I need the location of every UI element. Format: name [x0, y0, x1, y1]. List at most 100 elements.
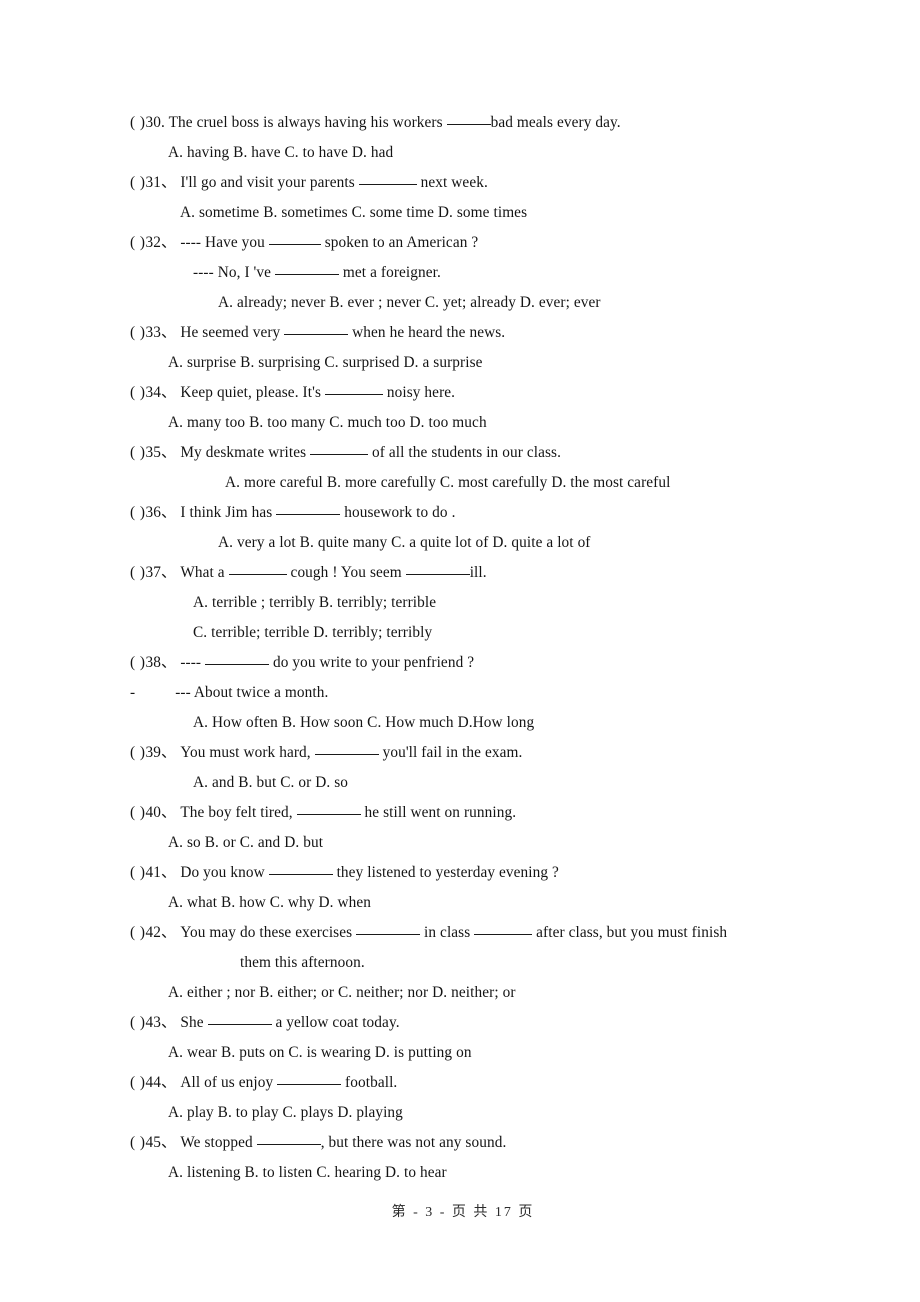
answer-blank-40	[296, 814, 361, 815]
question-text-44-before: All of us enjoy	[176, 1074, 278, 1091]
reply-dash-38: -	[130, 684, 136, 701]
question-options-44[interactable]: A. play B. to play C. plays D. playing	[130, 1098, 830, 1128]
answer-blank-32	[268, 244, 321, 245]
question-text-31-after: next week.	[416, 174, 488, 191]
answer-bracket-38[interactable]: ( )	[130, 654, 146, 671]
question-text-34-after: noisy here.	[382, 384, 456, 401]
answer-blank-36	[276, 514, 341, 515]
question-text-32-cont-before: ---- No, I 've	[193, 264, 275, 281]
question-text-40-before: The boy felt tired,	[176, 804, 297, 821]
question-options-39[interactable]: A. and B. but C. or D. so	[130, 768, 830, 798]
answer-bracket-33[interactable]: ( )	[130, 324, 146, 341]
question-list: ( )30. The cruel boss is always having h…	[130, 108, 830, 1188]
question-text-30-before: The cruel boss is always having his work…	[164, 114, 447, 131]
question-stem-31: ( )31、 I'll go and visit your parents ne…	[130, 168, 830, 198]
question-options-34[interactable]: A. many too B. too many C. much too D. t…	[130, 408, 830, 438]
answer-blank-37a	[228, 574, 287, 575]
question-text-34-before: Keep quiet, please. It's	[176, 384, 325, 401]
question-text-39-before: You must work hard,	[176, 744, 315, 761]
question-stem-32: ( )32、 ---- Have you spoken to an Americ…	[130, 228, 830, 258]
question-text-37-after: ill.	[469, 564, 487, 581]
question-number-36: 36、	[145, 504, 177, 521]
answer-blank-45	[256, 1144, 321, 1145]
question-text-36-before: I think Jim has	[176, 504, 277, 521]
question-text-37-mid: cough ! You seem	[286, 564, 406, 581]
answer-bracket-43[interactable]: ( )	[130, 1014, 146, 1031]
answer-bracket-39[interactable]: ( )	[130, 744, 146, 761]
question-options-37-line2[interactable]: C. terrible; terrible D. terribly; terri…	[130, 618, 830, 648]
question-stem-35: ( )35、 My deskmate writes of all the stu…	[130, 438, 830, 468]
answer-blank-44	[277, 1084, 342, 1085]
question-text-42-mid: in class	[420, 924, 475, 941]
question-stem-42: ( )42、 You may do these exercises in cla…	[130, 918, 830, 948]
answer-bracket-40[interactable]: ( )	[130, 804, 146, 821]
question-options-45[interactable]: A. listening B. to listen C. hearing D. …	[130, 1158, 830, 1188]
question-text-32-after: spoken to an American ?	[320, 234, 479, 251]
question-options-33[interactable]: A. surprise B. surprising C. surprised D…	[130, 348, 830, 378]
answer-bracket-44[interactable]: ( )	[130, 1074, 146, 1091]
answer-blank-35	[310, 454, 369, 455]
question-stem-36: ( )36、 I think Jim has housework to do .	[130, 498, 830, 528]
answer-blank-41	[268, 874, 333, 875]
question-options-43[interactable]: A. wear B. puts on C. is wearing D. is p…	[130, 1038, 830, 1068]
answer-bracket-30[interactable]: ( )	[130, 114, 146, 131]
question-stem-45: ( )45、 We stopped , but there was not an…	[130, 1128, 830, 1158]
answer-bracket-45[interactable]: ( )	[130, 1134, 146, 1151]
question-stem-40: ( )40、 The boy felt tired, he still went…	[130, 798, 830, 828]
question-number-38: 38、	[145, 654, 177, 671]
question-text-37-before: What a	[176, 564, 229, 581]
question-number-31: 31、	[145, 174, 177, 191]
answer-bracket-32[interactable]: ( )	[130, 234, 146, 251]
answer-blank-43	[207, 1024, 272, 1025]
answer-blank-37b	[405, 574, 470, 575]
question-text-32-cont-after: met a foreigner.	[338, 264, 441, 281]
question-stem-43: ( )43、 She a yellow coat today.	[130, 1008, 830, 1038]
answer-blank-34	[324, 394, 383, 395]
question-options-32[interactable]: A. already; never B. ever ; never C. yet…	[130, 288, 830, 318]
question-options-31[interactable]: A. sometime B. sometimes C. some time D.…	[130, 198, 830, 228]
question-text-32-before: ---- Have you	[176, 234, 269, 251]
question-number-37: 37、	[145, 564, 177, 581]
question-number-44: 44、	[145, 1074, 177, 1091]
question-continuation-42: them this afternoon.	[240, 954, 365, 971]
question-text-44-after: football.	[341, 1074, 398, 1091]
question-stem-37: ( )37、 What a cough ! You seem ill.	[130, 558, 830, 588]
question-text-41-after: they listened to yesterday evening ?	[332, 864, 559, 881]
question-text-42-before: You may do these exercises	[176, 924, 357, 941]
answer-bracket-36[interactable]: ( )	[130, 504, 146, 521]
question-stem-33: ( )33、 He seemed very when he heard the …	[130, 318, 830, 348]
answer-bracket-41[interactable]: ( )	[130, 864, 146, 881]
question-text-45-before: We stopped	[176, 1134, 257, 1151]
answer-bracket-35[interactable]: ( )	[130, 444, 146, 461]
question-number-33: 33、	[145, 324, 177, 341]
page-footer: 第 - 3 - 页 共 17 页	[0, 1201, 920, 1221]
reply-text-38: --- About twice a month.	[175, 684, 329, 701]
question-text-40-after: he still went on running.	[360, 804, 517, 821]
answer-blank-39	[314, 754, 379, 755]
exam-page: ( )30. The cruel boss is always having h…	[0, 0, 920, 1302]
answer-bracket-37[interactable]: ( )	[130, 564, 146, 581]
question-text-30-after: bad meals every day.	[490, 114, 621, 131]
question-options-41[interactable]: A. what B. how C. why D. when	[130, 888, 830, 918]
question-options-36[interactable]: A. very a lot B. quite many C. a quite l…	[130, 528, 830, 558]
question-options-30[interactable]: A. having B. have C. to have D. had	[130, 138, 830, 168]
question-options-38[interactable]: A. How often B. How soon C. How much D.H…	[130, 708, 830, 738]
question-text-35-before: My deskmate writes	[176, 444, 311, 461]
answer-bracket-34[interactable]: ( )	[130, 384, 146, 401]
question-options-40[interactable]: A. so B. or C. and D. but	[130, 828, 830, 858]
answer-bracket-42[interactable]: ( )	[130, 924, 146, 941]
question-options-35[interactable]: A. more careful B. more carefully C. mos…	[130, 468, 830, 498]
question-number-34: 34、	[145, 384, 177, 401]
question-options-37-line1[interactable]: A. terrible ; terribly B. terribly; terr…	[130, 588, 830, 618]
question-number-45: 45、	[145, 1134, 177, 1151]
question-stem-34: ( )34、 Keep quiet, please. It's noisy he…	[130, 378, 830, 408]
question-number-32: 32、	[145, 234, 177, 251]
answer-bracket-31[interactable]: ( )	[130, 174, 146, 191]
question-stem-38: ( )38、 ---- do you write to your penfrie…	[130, 648, 830, 678]
question-text-33-before: He seemed very	[176, 324, 285, 341]
question-options-42[interactable]: A. either ; nor B. either; or C. neither…	[130, 978, 830, 1008]
answer-blank-30	[446, 124, 491, 125]
question-stem-41: ( )41、 Do you know they listened to yest…	[130, 858, 830, 888]
question-text-31-before: I'll go and visit your parents	[176, 174, 359, 191]
question-text-41-before: Do you know	[176, 864, 269, 881]
